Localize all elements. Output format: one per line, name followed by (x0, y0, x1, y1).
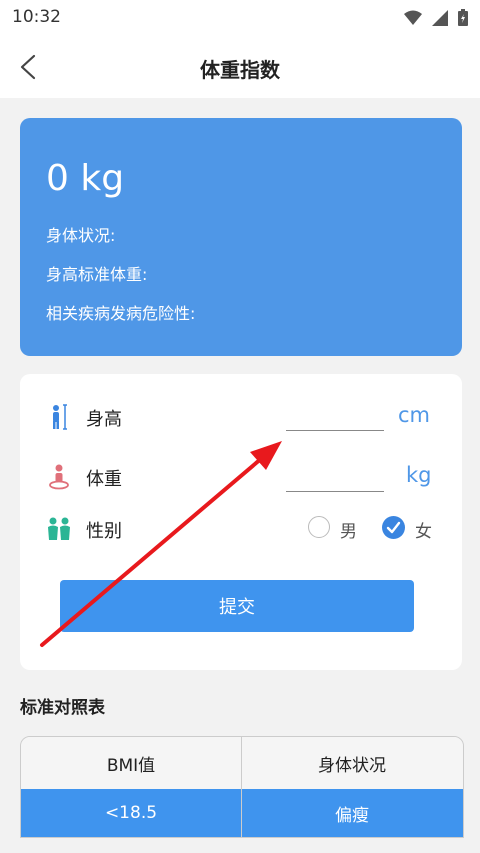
status-icons (404, 9, 468, 26)
gender-male-label[interactable]: 男 (340, 517, 357, 542)
weight-unit: kg (406, 463, 432, 487)
gender-female-label[interactable]: 女 (415, 517, 432, 542)
status-bar: 10:32 (0, 0, 480, 36)
table-cell-status: 偏瘦 (335, 805, 369, 826)
gender-label: 性别 (86, 521, 122, 542)
weight-input[interactable] (286, 460, 384, 490)
height-input-underline (286, 430, 384, 431)
gender-male-radio[interactable] (308, 516, 330, 538)
gender-people-icon (48, 517, 70, 540)
result-card: 0 kg 身体状况: 身高标准体重: 相关疾病发病危险性: (20, 118, 462, 356)
weight-scale-icon (49, 464, 69, 490)
height-unit: cm (398, 403, 431, 427)
app-bar: 体重指数 (0, 36, 480, 98)
table-header-status: 身体状况 (318, 755, 386, 776)
wifi-icon (404, 10, 422, 25)
height-person-icon (53, 404, 67, 430)
table-column-divider (241, 737, 242, 837)
reference-section-title: 标准对照表 (20, 698, 105, 718)
result-weight: 0 kg (46, 158, 125, 199)
table-header: BMI值 身体状况 (21, 737, 463, 789)
page-title: 体重指数 (200, 58, 280, 82)
disease-risk-label: 相关疾病发病危险性: (46, 304, 196, 323)
bmi-form-card: 身高 cm 体重 kg 性别 男 女 提交 (20, 374, 462, 670)
table-cell-bmi: <18.5 (104, 803, 158, 823)
weight-label: 体重 (86, 469, 122, 490)
gender-female-radio[interactable] (382, 516, 405, 539)
status-time: 10:32 (12, 7, 61, 27)
signal-icon (432, 9, 448, 26)
submit-button[interactable]: 提交 (60, 580, 414, 632)
body-status-label: 身体状况: (46, 226, 116, 245)
height-input[interactable] (286, 398, 384, 428)
height-label: 身高 (86, 409, 122, 430)
battery-icon (458, 9, 468, 26)
table-row: <18.5 偏瘦 (21, 789, 463, 837)
bmi-reference-table: BMI值 身体状况 <18.5 偏瘦 (20, 736, 464, 838)
standard-weight-label: 身高标准体重: (46, 265, 148, 284)
table-header-bmi: BMI值 (106, 755, 156, 776)
weight-input-underline (286, 491, 384, 492)
checkmark-icon (386, 521, 401, 534)
